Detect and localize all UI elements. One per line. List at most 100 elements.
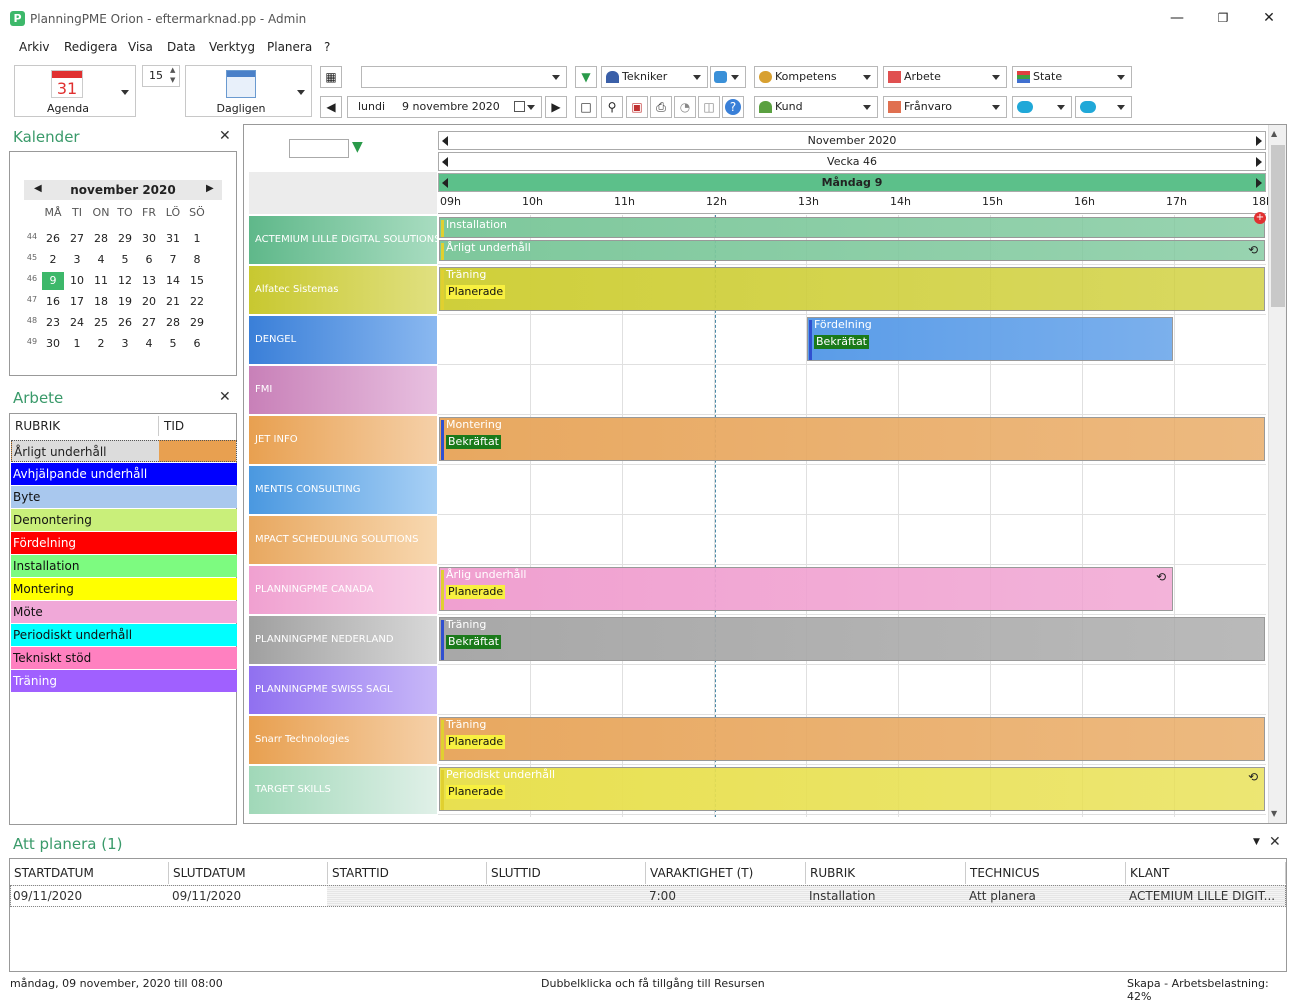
restore-icon[interactable]: ❐ [1208,8,1238,28]
calendar-day[interactable]: 16 [42,293,64,311]
calendar-day[interactable]: 30 [42,335,64,353]
help-icon[interactable]: ? [722,96,744,118]
list-item[interactable]: Demontering [11,509,237,531]
column-header[interactable]: RUBRIK [806,862,966,884]
menu-redigera[interactable]: Redigera [64,40,117,54]
list-item[interactable]: Tekniskt stöd [11,647,237,669]
menu-verktyg[interactable]: Verktyg [209,40,255,54]
chevron-down-icon[interactable]: ▼ [1253,837,1260,847]
toggle-combo[interactable] [1012,96,1072,118]
list-item[interactable]: Fördelning [11,532,237,554]
agenda-button[interactable]: 31 Agenda [14,65,136,117]
resource-label[interactable]: MENTIS CONSULTING [249,466,437,514]
menu-visa[interactable]: Visa [128,40,153,54]
franvaro-combo[interactable]: Frånvaro [883,96,1007,118]
date-picker[interactable]: lundi 9 novembre 2020 [347,96,542,118]
percent-combo[interactable] [710,66,746,88]
calendar-day[interactable]: 4 [138,335,160,353]
calendar-day[interactable]: 31 [162,230,184,248]
zoom-spinner[interactable]: 15 ▲ ▼ [142,65,180,87]
col-tid[interactable]: TID [164,416,234,436]
calendar-day[interactable]: 14 [162,272,184,290]
menu-arkiv[interactable]: Arkiv [19,40,50,54]
view-mode-button[interactable]: Dagligen [185,65,312,117]
prev-icon[interactable] [442,178,448,188]
chart-icon[interactable]: ◔ [674,96,696,118]
resource-row[interactable] [438,365,1266,415]
next-icon[interactable] [1256,157,1262,167]
column-header[interactable]: TECHNICUS [966,862,1126,884]
calendar-day[interactable]: 13 [138,272,160,290]
prev-icon[interactable] [442,136,448,146]
list-item[interactable]: Installation [11,555,237,577]
calendar-day[interactable]: 21 [162,293,184,311]
task-bar[interactable]: Installation [439,217,1265,238]
resource-label[interactable]: PLANNINGPME CANADA [249,566,437,614]
select-area-icon[interactable]: □ [575,96,597,118]
resource-row[interactable] [438,515,1266,565]
calendar-day[interactable]: 10 [66,272,88,290]
column-header[interactable]: STARTDATUM [10,862,169,884]
calendar-day[interactable]: 22 [186,293,208,311]
calendar-day[interactable]: 26 [42,230,64,248]
next-date-button[interactable]: ▶ [545,96,567,118]
column-header[interactable]: KLANT [1126,862,1286,884]
minimize-icon[interactable]: — [1162,8,1192,28]
resource-label[interactable]: MPACT SCHEDULING SOLUTIONS [249,516,437,564]
calendar-day[interactable]: 11 [90,272,112,290]
resource-label[interactable]: JET INFO [249,416,437,464]
column-header[interactable]: SLUTTID [487,862,646,884]
next-icon[interactable] [1256,178,1262,188]
tekniker-combo[interactable]: Tekniker [601,66,708,88]
resource-label[interactable]: Snarr Technologies [249,716,437,764]
resource-label[interactable]: PLANNINGPME NEDERLAND [249,616,437,664]
calendar-day[interactable]: 2 [42,251,64,269]
print-icon[interactable]: ⎙ [650,96,672,118]
list-item[interactable]: Träning [11,670,237,692]
menu-help[interactable]: ? [324,40,330,54]
calendar-day[interactable]: 30 [138,230,160,248]
list-item[interactable]: Byte [11,486,237,508]
calendar-day[interactable]: 7 [162,251,184,269]
calendar-day[interactable]: 28 [162,314,184,332]
calendar-day[interactable]: 5 [162,335,184,353]
calendar-add-icon[interactable]: ▣ [626,96,648,118]
menu-planera[interactable]: Planera [267,40,312,54]
calendar-day[interactable]: 28 [90,230,112,248]
hierarchy-icon[interactable]: ▦ [320,66,342,88]
next-icon[interactable] [1256,136,1262,146]
calendar-day[interactable]: 23 [42,314,64,332]
search-icon[interactable]: ⚲ [601,96,623,118]
resource-row[interactable] [438,465,1266,515]
calendar-day[interactable]: 27 [66,230,88,248]
list-item[interactable]: Möte [11,601,237,623]
close-icon[interactable]: ✕ [219,389,231,405]
next-month-icon[interactable]: ▶ [206,183,214,194]
kompetens-combo[interactable]: Kompetens [754,66,878,88]
calendar-day[interactable]: 6 [138,251,160,269]
add-icon[interactable]: + [1254,212,1266,224]
arbete-combo[interactable]: Arbete [883,66,1007,88]
close-icon[interactable]: ✕ [1269,834,1281,850]
calendar-day[interactable]: 26 [114,314,136,332]
calendar-day[interactable]: 29 [186,314,208,332]
list-item[interactable]: Periodiskt underhåll [11,624,237,646]
calendar-day[interactable]: 15 [186,272,208,290]
list-item[interactable]: Montering [11,578,237,600]
kund-combo[interactable]: Kund [754,96,878,118]
resource-label[interactable]: FMI [249,366,437,414]
spin-down-icon[interactable]: ▼ [170,76,175,84]
column-header[interactable]: VARAKTIGHET (T) [646,862,806,884]
col-rubrik[interactable]: RUBRIK [11,416,159,436]
resource-label[interactable]: Alfatec Sistemas [249,266,437,314]
scroll-down-icon[interactable]: ▼ [1271,809,1277,818]
calendar-day[interactable]: 25 [90,314,112,332]
calendar-day[interactable]: 27 [138,314,160,332]
calendar-day[interactable]: 18 [90,293,112,311]
export-icon[interactable]: ◫ [698,96,720,118]
calendar-day[interactable]: 24 [66,314,88,332]
column-header[interactable]: STARTTID [328,862,487,884]
task-bar[interactable]: Periodiskt underhåll Planerade ⟲ [439,767,1265,811]
resource-filter-input[interactable] [289,139,349,158]
calendar-day[interactable]: 29 [114,230,136,248]
